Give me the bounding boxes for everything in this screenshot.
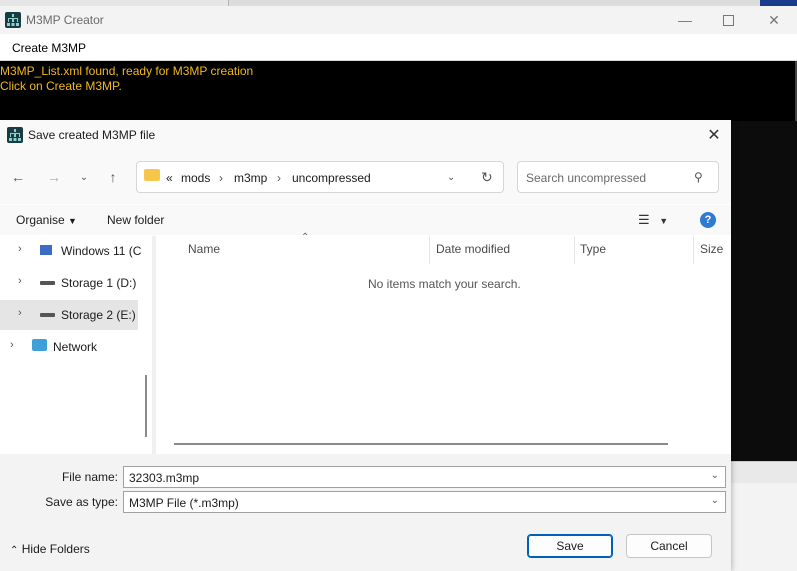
- column-separator[interactable]: [429, 236, 430, 264]
- chevron-up-icon: ⌃: [10, 545, 19, 556]
- help-icon[interactable]: ?: [700, 212, 716, 228]
- drive-icon: [40, 313, 55, 317]
- nav-item-storage-2[interactable]: › Storage 2 (E:): [0, 300, 138, 330]
- column-type[interactable]: Type: [580, 242, 606, 256]
- sort-ascending-icon: ⌃: [301, 232, 310, 243]
- window-title: M3MP Creator: [26, 13, 104, 27]
- window-background: [731, 483, 797, 571]
- dialog-app-icon: [7, 127, 23, 143]
- nav-item-network[interactable]: › Network: [0, 332, 138, 362]
- scrollbar-edge: [731, 461, 797, 484]
- breadcrumb-separator-icon: ›: [219, 171, 223, 185]
- nav-label: Storage 1 (D:): [61, 276, 137, 290]
- column-date-modified[interactable]: Date modified: [436, 242, 510, 256]
- breadcrumb-separator-icon: ›: [277, 171, 281, 185]
- address-bar[interactable]: « mods › m3mp › uncompressed ⌄ ↻: [136, 161, 504, 193]
- chevron-down-icon[interactable]: ⌄: [447, 172, 455, 183]
- file-name-field[interactable]: 32303.m3mp ⌄: [123, 466, 726, 488]
- file-name-label: File name:: [61, 470, 118, 484]
- navigation-pane: › Windows 11 (C › Storage 1 (D:) › Stora…: [0, 236, 142, 454]
- search-box[interactable]: Search uncompressed ⚲: [517, 161, 719, 193]
- expand-chevron-icon[interactable]: ›: [18, 275, 22, 287]
- dialog-close-button[interactable]: ✕: [700, 124, 728, 146]
- expand-chevron-icon[interactable]: ›: [10, 339, 14, 351]
- empty-message: No items match your search.: [368, 277, 521, 291]
- list-view-icon: ☰: [638, 212, 650, 227]
- console-output: M3MP_List.xml found, ready for M3MP crea…: [0, 61, 797, 121]
- minimize-button[interactable]: —: [662, 6, 708, 34]
- chevron-down-icon[interactable]: ⌄: [711, 495, 719, 506]
- save-dialog: Save created M3MP file ✕ ← → ⌄ ↑ « mods …: [0, 120, 731, 571]
- expand-chevron-icon[interactable]: ›: [18, 307, 22, 319]
- dialog-title: Save created M3MP file: [28, 128, 156, 142]
- search-icon[interactable]: ⚲: [694, 170, 703, 184]
- breadcrumb-mods[interactable]: mods: [181, 171, 210, 185]
- console-line: Click on Create M3MP.: [0, 79, 122, 93]
- new-folder-button[interactable]: New folder: [107, 213, 164, 227]
- hide-folders-button[interactable]: ⌃ Hide Folders: [10, 542, 90, 556]
- nav-label: Windows 11 (C: [61, 244, 142, 258]
- menu-create-m3mp[interactable]: Create M3MP: [12, 41, 86, 55]
- nav-item-windows-c[interactable]: › Windows 11 (C: [0, 236, 142, 266]
- save-as-type-select[interactable]: M3MP File (*.m3mp) ⌄: [123, 491, 726, 513]
- close-icon: ✕: [768, 11, 780, 28]
- drive-icon: [40, 281, 55, 285]
- close-window-button[interactable]: ✕: [751, 6, 797, 34]
- maximize-icon: [722, 14, 734, 26]
- breadcrumb-overflow[interactable]: «: [166, 171, 173, 185]
- folder-icon: [144, 169, 160, 181]
- breadcrumb-m3mp[interactable]: m3mp: [234, 171, 267, 185]
- hide-folders-label: Hide Folders: [21, 542, 90, 556]
- organise-label: Organise: [16, 213, 65, 227]
- organise-button[interactable]: Organise ▼: [16, 213, 77, 227]
- file-list: ⌃ Name Date modified Type Size No items …: [156, 232, 731, 454]
- close-icon: ✕: [707, 127, 721, 144]
- nav-label: Network: [53, 340, 98, 354]
- minimize-icon: —: [678, 12, 692, 28]
- caret-down-icon: ▼: [659, 216, 669, 226]
- save-as-type-value: M3MP File (*.m3mp): [129, 496, 239, 510]
- recent-locations-button[interactable]: ⌄: [72, 165, 96, 189]
- app-icon: [5, 12, 21, 28]
- expand-chevron-icon[interactable]: ›: [18, 243, 22, 255]
- save-as-type-label: Save as type:: [45, 495, 118, 509]
- back-button[interactable]: ←: [6, 165, 30, 189]
- nav-label: Storage 2 (E:): [61, 308, 136, 322]
- view-options-button[interactable]: ☰ ▼: [638, 212, 668, 228]
- breadcrumb-uncompressed[interactable]: uncompressed: [292, 171, 371, 185]
- nav-item-storage-1[interactable]: › Storage 1 (D:): [0, 268, 138, 298]
- windows-drive-icon: [40, 245, 52, 255]
- caret-down-icon: ▼: [68, 216, 77, 226]
- file-name-value: 32303.m3mp: [129, 471, 200, 485]
- refresh-icon[interactable]: ↻: [481, 169, 493, 186]
- nav-pane-scrollbar[interactable]: [145, 375, 147, 437]
- menu-bar: [0, 34, 797, 61]
- search-placeholder: Search uncompressed: [526, 171, 647, 185]
- console-output-edge: [731, 121, 797, 461]
- arrow-right-icon: →: [47, 169, 61, 185]
- network-icon: [32, 339, 47, 351]
- chevron-down-icon: ⌄: [79, 171, 89, 183]
- cancel-button[interactable]: Cancel: [626, 534, 712, 558]
- up-button[interactable]: ↑: [101, 165, 125, 189]
- console-line: M3MP_List.xml found, ready for M3MP crea…: [0, 64, 254, 78]
- horizontal-scrollbar[interactable]: [174, 443, 668, 445]
- column-name[interactable]: Name: [188, 242, 220, 256]
- column-separator[interactable]: [574, 236, 575, 264]
- column-size[interactable]: Size: [700, 242, 723, 256]
- arrow-up-icon: ↑: [109, 169, 117, 185]
- maximize-button[interactable]: [705, 6, 751, 34]
- arrow-left-icon: ←: [11, 169, 25, 185]
- chevron-down-icon[interactable]: ⌄: [711, 470, 719, 481]
- save-button[interactable]: Save: [527, 534, 613, 558]
- forward-button[interactable]: →: [42, 165, 66, 189]
- column-separator[interactable]: [693, 236, 694, 264]
